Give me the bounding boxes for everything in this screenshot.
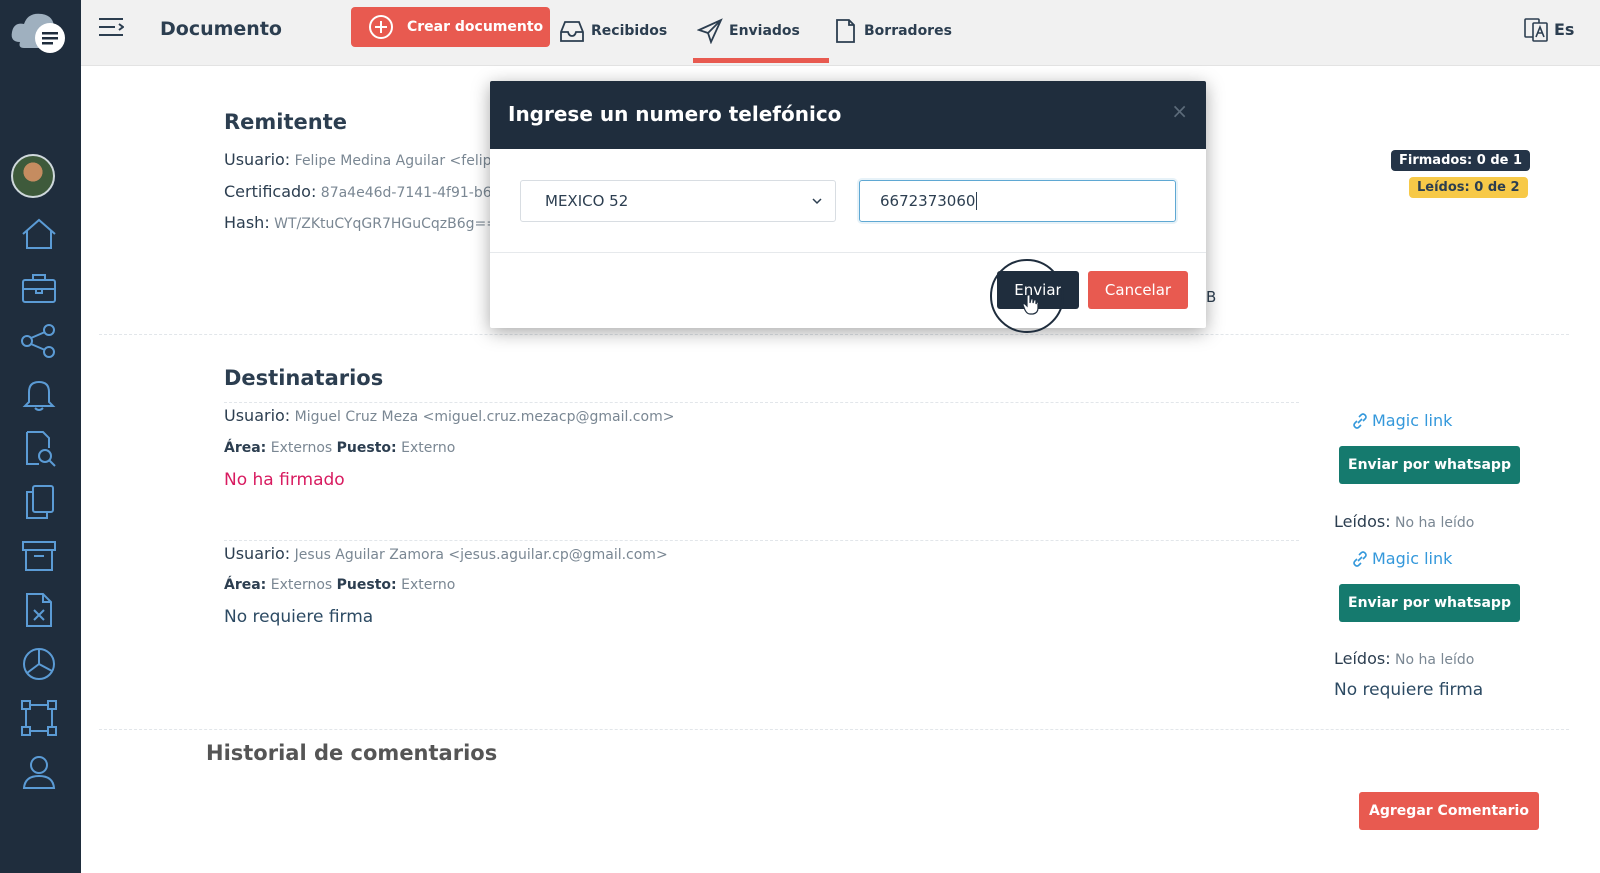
topbar: Documento Crear documento Recibidos Envi…: [81, 0, 1600, 66]
remitente-hash: Hash: WT/ZKtuCYqGR7HGuCqzB6g==: [224, 213, 498, 232]
frame-icon[interactable]: [19, 698, 59, 738]
modal-title: Ingrese un numero telefónico: [508, 102, 842, 126]
share-icon[interactable]: [19, 321, 59, 361]
close-icon[interactable]: ×: [1171, 99, 1188, 123]
recipient-1-area-label: Área:: [224, 440, 267, 456]
translate-icon: [1524, 18, 1548, 42]
recipient-1-puesto-value: Externo: [401, 440, 456, 456]
briefcase-icon[interactable]: [19, 268, 59, 308]
recipient-1-puesto-label: Puesto:: [336, 440, 397, 456]
remitente-certificado: Certificado: 87a4e46d-7141-4f91-b6e: [224, 182, 500, 201]
hand-cursor-icon: [1022, 293, 1040, 315]
active-tab-indicator: [693, 58, 829, 63]
leidos-badge: Leídos: 0 de 2: [1409, 177, 1528, 198]
recipient-2-right-status: No requiere firma: [1334, 680, 1484, 700]
remitente-hash-value: WT/ZKtuCYqGR7HGuCqzB6g==: [274, 216, 498, 232]
copy-icon[interactable]: [19, 482, 59, 522]
tab-borradores[interactable]: Borradores: [832, 18, 952, 44]
document-icon: [836, 19, 855, 43]
modal-header: Ingrese un numero telefónico ×: [490, 81, 1206, 149]
recipient-2-puesto-label: Puesto:: [336, 577, 397, 593]
remitente-certificado-value: 87a4e46d-7141-4f91-b6e: [320, 185, 501, 201]
cancel-button[interactable]: Cancelar: [1088, 271, 1188, 309]
remitente-usuario-label: Usuario:: [224, 150, 291, 169]
country-select-value: MEXICO 52: [545, 192, 629, 210]
tab-enviados[interactable]: Enviados: [697, 18, 800, 44]
recipient-2-whatsapp-button[interactable]: Enviar por whatsapp: [1339, 584, 1520, 622]
recipient-2-magic-link-label: Magic link: [1372, 549, 1453, 568]
recipient-2-leidos: Leídos: No ha leído: [1334, 649, 1474, 668]
country-select[interactable]: MEXICO 52: [520, 180, 836, 222]
recipient-divider: [224, 540, 1299, 541]
tab-borradores-label: Borradores: [864, 23, 952, 39]
recipient-2-status: No requiere firma: [224, 607, 374, 627]
home-icon[interactable]: [19, 214, 59, 254]
modal-divider: [490, 252, 1206, 253]
pie-chart-icon[interactable]: [19, 644, 59, 684]
tab-recibidos[interactable]: Recibidos: [559, 18, 667, 44]
page-title: Documento: [160, 18, 282, 40]
create-document-button[interactable]: Crear documento: [351, 7, 550, 47]
recipient-1-area: Área: Externos Puesto: Externo: [224, 440, 455, 456]
firmados-badge: Firmados: 0 de 1: [1391, 150, 1531, 171]
text-caret: [976, 192, 978, 210]
avatar[interactable]: [11, 154, 55, 198]
remitente-usuario-value: Felipe Medina Aguilar <felipe: [294, 153, 501, 169]
recipient-1-whatsapp-button[interactable]: Enviar por whatsapp: [1339, 446, 1520, 484]
send-icon: [697, 18, 723, 44]
language-label: Es: [1554, 19, 1575, 39]
remitente-title: Remitente: [224, 110, 348, 134]
archive-icon[interactable]: [19, 536, 59, 576]
partial-text: B: [1206, 288, 1217, 306]
remitente-usuario: Usuario: Felipe Medina Aguilar <felipe: [224, 150, 500, 169]
app-logo[interactable]: [8, 8, 70, 56]
recipient-2-area-value: Externos: [270, 577, 333, 593]
recipient-2-leidos-label: Leídos:: [1334, 649, 1391, 668]
bell-icon[interactable]: [19, 374, 59, 414]
phone-input-value: 6672373060: [880, 192, 976, 210]
recipient-1-usuario-value: Miguel Cruz Meza <miguel.cruz.mezacp@gma…: [294, 409, 675, 425]
recipient-1-usuario-label: Usuario:: [224, 406, 291, 425]
recipient-1-magic-link[interactable]: Magic link: [1352, 411, 1452, 430]
history-title: Historial de comentarios: [206, 741, 498, 765]
recipient-1-leidos-label: Leídos:: [1334, 512, 1391, 531]
phone-modal: Ingrese un numero telefónico × MEXICO 52…: [490, 81, 1206, 328]
tab-recibidos-label: Recibidos: [591, 23, 668, 39]
create-document-label: Crear documento: [407, 19, 544, 35]
remitente-hash-label: Hash:: [224, 213, 270, 232]
document-search-icon[interactable]: [19, 428, 59, 468]
remitente-certificado-label: Certificado:: [224, 182, 317, 201]
excel-file-icon[interactable]: [19, 590, 59, 630]
phone-input[interactable]: 6672373060: [859, 180, 1176, 222]
recipient-1-usuario: Usuario: Miguel Cruz Meza <miguel.cruz.m…: [224, 406, 674, 425]
add-comment-button[interactable]: Agregar Comentario: [1359, 792, 1539, 830]
recipient-1-leidos-value: No ha leído: [1395, 515, 1475, 531]
recipient-divider: [224, 402, 1299, 403]
plus-circle-icon: [369, 15, 393, 39]
recipient-2-leidos-value: No ha leído: [1395, 652, 1475, 668]
recipient-2-usuario-label: Usuario:: [224, 544, 291, 563]
section-divider: [99, 334, 1569, 335]
language-selector[interactable]: Es: [1524, 16, 1574, 42]
recipient-1-area-value: Externos: [270, 440, 333, 456]
recipient-2-usuario-value: Jesus Aguilar Zamora <jesus.aguilar.cp@g…: [294, 547, 668, 563]
recipient-2-area: Área: Externos Puesto: Externo: [224, 577, 455, 593]
recipient-1-leidos: Leídos: No ha leído: [1334, 512, 1474, 531]
recipient-2-area-label: Área:: [224, 577, 267, 593]
tab-enviados-label: Enviados: [729, 23, 800, 39]
chevron-down-icon: [812, 198, 822, 205]
user-icon[interactable]: [19, 752, 59, 792]
recipient-1-magic-link-label: Magic link: [1372, 411, 1453, 430]
recipient-2-magic-link[interactable]: Magic link: [1352, 549, 1452, 568]
section-divider: [99, 729, 1569, 730]
destinatarios-title: Destinatarios: [224, 366, 384, 390]
recipient-2-puesto-value: Externo: [401, 577, 456, 593]
recipient-1-status: No ha firmado: [224, 470, 345, 490]
link-icon: [1353, 550, 1367, 567]
link-icon: [1353, 412, 1367, 429]
recipient-2-usuario: Usuario: Jesus Aguilar Zamora <jesus.agu…: [224, 544, 668, 563]
menu-toggle-icon[interactable]: [98, 16, 125, 38]
inbox-icon: [560, 21, 584, 42]
sidebar: [0, 0, 81, 873]
